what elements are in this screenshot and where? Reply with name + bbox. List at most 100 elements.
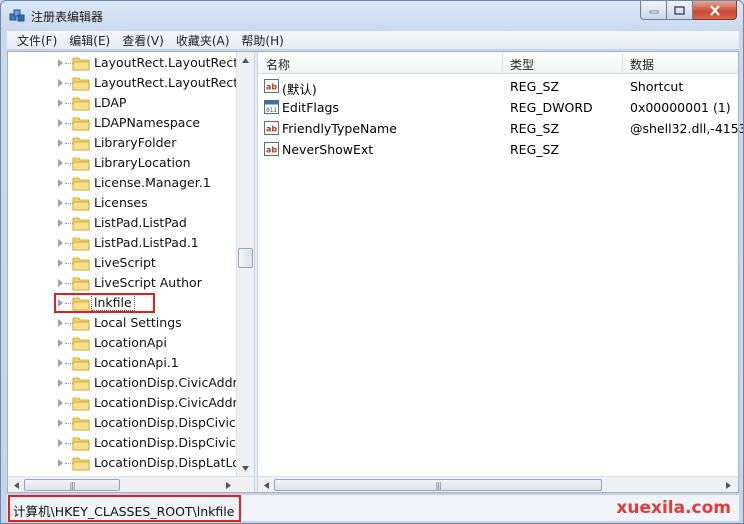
title-bar[interactable]: 注册表编辑器 xyxy=(1,1,743,29)
folder-icon xyxy=(72,77,90,91)
tree-vscroll-thumb[interactable] xyxy=(238,248,253,268)
svg-text:ab: ab xyxy=(266,125,277,134)
tree-item[interactable]: Local Settings xyxy=(8,313,236,333)
menu-edit[interactable]: 编辑(E) xyxy=(63,32,116,49)
expand-arrow-icon[interactable] xyxy=(58,219,63,227)
tree-item[interactable]: LocationDisp.DispCivicA xyxy=(8,413,236,433)
folder-icon xyxy=(72,277,90,291)
value-name: (默认) xyxy=(282,82,317,97)
scroll-down-arrow[interactable] xyxy=(237,460,254,476)
expand-arrow-icon[interactable] xyxy=(58,79,63,87)
tree-item[interactable]: LDAPNamespace xyxy=(8,113,236,133)
folder-icon xyxy=(72,57,90,71)
tree-item-label: Licenses xyxy=(94,195,148,210)
expand-arrow-icon[interactable] xyxy=(58,399,63,407)
tree-item[interactable]: LocationDisp.CivicAddre xyxy=(8,373,236,393)
minimize-button[interactable] xyxy=(640,1,667,20)
lnkfile-highlight-box xyxy=(54,293,155,313)
tree-item[interactable]: LibraryLocation xyxy=(8,153,236,173)
values-hscroll-thumb[interactable]: ||| xyxy=(274,479,602,491)
tree-scroll-right-arrow[interactable] xyxy=(220,477,236,492)
menu-view[interactable]: 查看(V) xyxy=(116,32,170,49)
value-type: REG_SZ xyxy=(510,142,560,157)
tree-item[interactable]: License.Manager.1 xyxy=(8,173,236,193)
expand-arrow-icon[interactable] xyxy=(58,139,63,147)
expand-arrow-icon[interactable] xyxy=(58,419,63,427)
menu-file[interactable]: 文件(F) xyxy=(11,32,63,49)
expand-arrow-icon[interactable] xyxy=(58,279,63,287)
folder-icon xyxy=(72,237,90,251)
scroll-up-arrow[interactable] xyxy=(237,52,254,68)
tree-item[interactable]: ListPad.ListPad xyxy=(8,213,236,233)
window-title: 注册表编辑器 xyxy=(31,10,104,24)
column-header-data[interactable]: 数据 xyxy=(630,56,654,73)
values-scroll-left-arrow[interactable] xyxy=(258,477,274,493)
menu-favorites[interactable]: 收藏夹(A) xyxy=(170,32,236,49)
expand-arrow-icon[interactable] xyxy=(58,359,63,367)
expand-arrow-icon[interactable] xyxy=(58,99,63,107)
value-row[interactable]: ab (默认) REG_SZ Shortcut xyxy=(258,76,738,97)
expand-arrow-icon[interactable] xyxy=(58,379,63,387)
folder-icon xyxy=(72,337,90,351)
tree-item[interactable]: LayoutRect.LayoutRect.1 xyxy=(8,73,236,93)
chevron-left-icon xyxy=(13,481,19,489)
string-value-icon: ab xyxy=(264,142,279,156)
value-name: FriendlyTypeName xyxy=(282,121,397,136)
tree-item-label: License.Manager.1 xyxy=(94,175,211,190)
tree-item[interactable]: LocationDisp.DispLatLor xyxy=(8,453,236,473)
column-divider[interactable] xyxy=(502,52,503,74)
value-row[interactable]: ab FriendlyTypeName REG_SZ @shell32.dll,-41… xyxy=(258,118,743,139)
value-row[interactable]: ab NeverShowExt REG_SZ xyxy=(258,139,738,160)
expand-arrow-icon[interactable] xyxy=(58,339,63,347)
tree-item[interactable]: LayoutRect.LayoutRect xyxy=(8,53,236,73)
tree-item-label: LocationApi.1 xyxy=(94,355,179,370)
tree-item-label: LocationDisp.CivicAddre xyxy=(94,395,236,410)
values-scroll-right-arrow[interactable] xyxy=(720,477,736,493)
tree-item[interactable]: ListPad.ListPad.1 xyxy=(8,233,236,253)
tree-item[interactable]: Licenses xyxy=(8,193,236,213)
maximize-button[interactable] xyxy=(667,1,693,20)
expand-arrow-icon[interactable] xyxy=(58,59,63,67)
tree-horizontal-scrollbar[interactable]: ||| xyxy=(8,476,254,492)
tree-item[interactable]: LiveScript xyxy=(8,253,236,273)
tree-item[interactable]: LibraryFolder xyxy=(8,133,236,153)
tree-item-label: LocationDisp.DispLatLor xyxy=(94,455,236,470)
tree-scroll-left-arrow[interactable] xyxy=(8,477,24,492)
svg-text:011: 011 xyxy=(266,107,277,114)
tree-item-label: LayoutRect.LayoutRect xyxy=(94,55,236,70)
expand-arrow-icon[interactable] xyxy=(58,159,63,167)
tree-item[interactable]: LocationApi.1 xyxy=(8,353,236,373)
tree-item[interactable]: LDAP xyxy=(8,93,236,113)
registry-editor-window: 注册表编辑器 文件(F) 编辑(E) 查看(V) 收藏夹(A) 帮助(H) La… xyxy=(0,0,744,524)
close-button[interactable] xyxy=(693,1,737,20)
column-header-name[interactable]: 名称 xyxy=(266,56,290,73)
values-horizontal-scrollbar[interactable]: ||| xyxy=(258,476,738,492)
menu-bar: 文件(F) 编辑(E) 查看(V) 收藏夹(A) 帮助(H) xyxy=(7,31,739,50)
tree-hscroll-thumb[interactable]: ||| xyxy=(24,479,120,491)
tree-vertical-scrollbar[interactable] xyxy=(236,52,254,476)
tree-item-label: LibraryLocation xyxy=(94,155,191,170)
expand-arrow-icon[interactable] xyxy=(58,439,63,447)
expand-arrow-icon[interactable] xyxy=(58,179,63,187)
column-divider[interactable] xyxy=(622,52,623,74)
tree-item[interactable]: LocationDisp.DispCivicA xyxy=(8,433,236,453)
column-header-type[interactable]: 类型 xyxy=(510,56,534,73)
expand-arrow-icon[interactable] xyxy=(58,459,63,467)
folder-icon xyxy=(72,177,90,191)
value-name: EditFlags xyxy=(282,100,339,115)
tree-item[interactable]: LiveScript Author xyxy=(8,273,236,293)
string-value-icon: ab xyxy=(264,79,279,93)
chevron-right-icon xyxy=(725,481,731,489)
expand-arrow-icon[interactable] xyxy=(58,119,63,127)
value-row[interactable]: 011 EditFlags REG_DWORD 0x00000001 (1) xyxy=(258,97,738,118)
folder-icon xyxy=(72,117,90,131)
status-bar: 计算机\HKEY_CLASSES_ROOT\lnkfile xuexila.co… xyxy=(7,494,739,522)
caption-buttons xyxy=(640,1,737,20)
menu-help[interactable]: 帮助(H) xyxy=(235,32,289,49)
tree-item[interactable]: LocationApi xyxy=(8,333,236,353)
expand-arrow-icon[interactable] xyxy=(58,319,63,327)
expand-arrow-icon[interactable] xyxy=(58,199,63,207)
tree-item[interactable]: LocationDisp.CivicAddre xyxy=(8,393,236,413)
expand-arrow-icon[interactable] xyxy=(58,259,63,267)
expand-arrow-icon[interactable] xyxy=(58,239,63,247)
